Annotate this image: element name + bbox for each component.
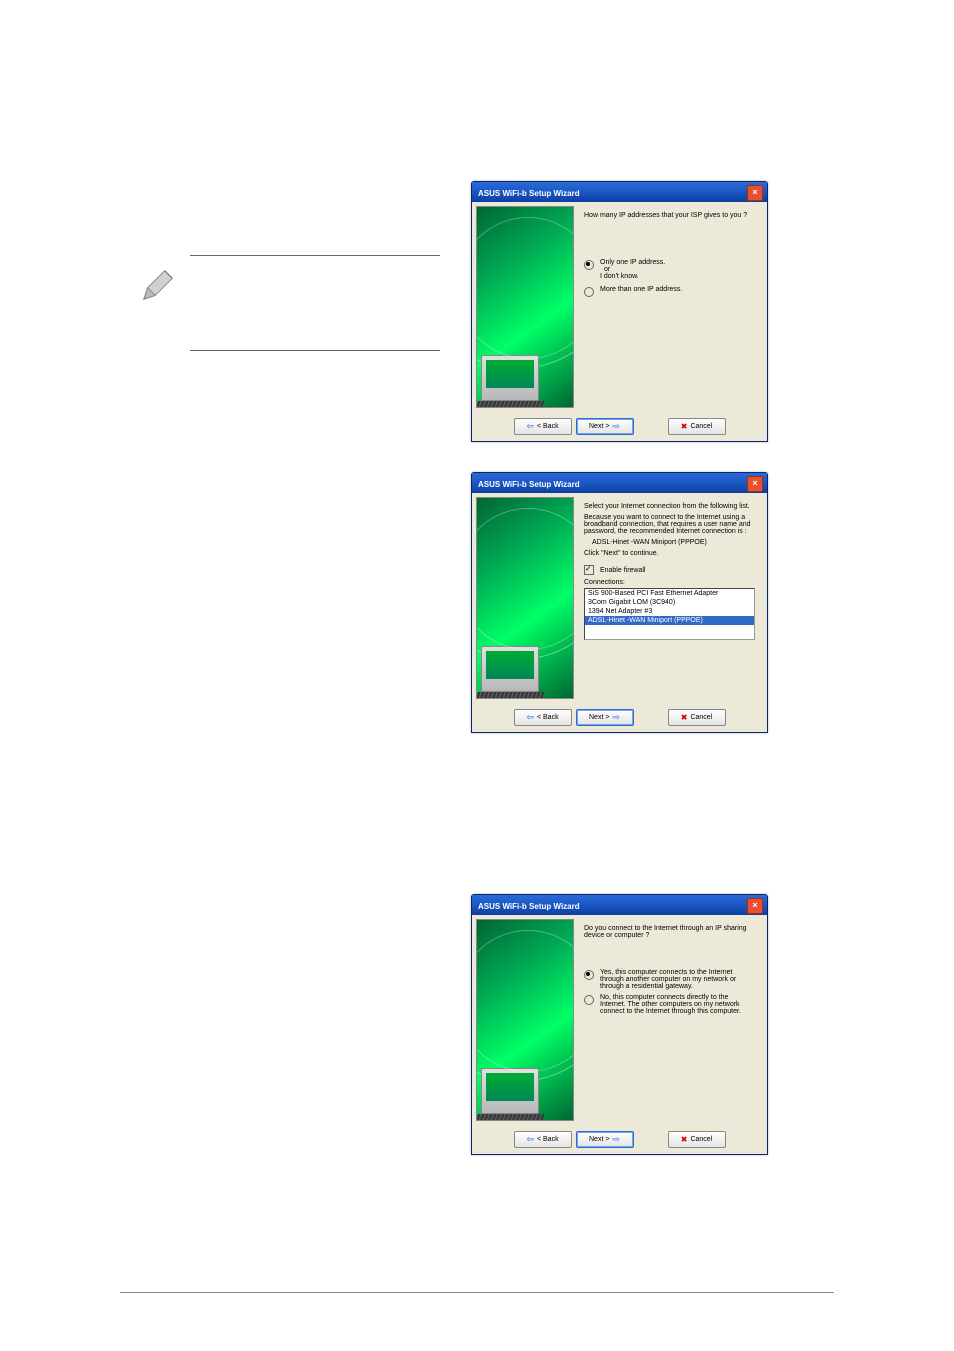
close-icon[interactable]: × [747,185,763,201]
radio-label: More than one IP address. [600,286,682,293]
list-item[interactable]: 3Com Gigabit LOM (3C940) [585,598,754,607]
arrow-left-icon [526,712,534,723]
titlebar: ASUS WiFi-b Setup Wizard × [472,473,767,493]
wizard-side-graphic [476,919,574,1121]
wizard-side-graphic [476,206,574,408]
back-button[interactable]: < Back [514,709,572,726]
next-button[interactable]: Next > [576,1131,634,1148]
wizard-content: How many IP addresses that your ISP give… [574,206,759,408]
radio-label: No, this computer connects directly to t… [600,994,755,1015]
explanation-text: Because you want to connect to the Inter… [584,514,755,535]
continue-text: Click "Next" to continue. [584,550,755,557]
instruction-text: Select your Internet connection from the… [584,503,755,510]
note-divider-bottom [190,350,440,351]
wizard-side-graphic [476,497,574,699]
window-title: ASUS WiFi-b Setup Wizard [478,189,580,198]
close-icon[interactable]: × [747,476,763,492]
titlebar: ASUS WiFi-b Setup Wizard × [472,895,767,915]
recommended-connection: ADSL-Hinet -WAN Miniport (PPPOE) [592,539,755,546]
next-button[interactable]: Next > [576,418,634,435]
radio-no-direct[interactable] [584,995,594,1005]
page-footer-divider [120,1292,834,1293]
list-item[interactable]: 1394 Net Adapter #3 [585,607,754,616]
connections-listbox[interactable]: SiS 900-Based PCI Fast Ethernet Adapter … [584,588,755,640]
wizard-content: Do you connect to the Internet through a… [574,919,759,1121]
cancel-button[interactable]: Cancel [668,709,726,726]
arrow-right-icon [612,1134,620,1145]
close-x-icon [681,1135,688,1144]
radio-yes-gateway[interactable] [584,970,594,980]
note-divider-top [190,255,440,356]
question-text: Do you connect to the Internet through a… [584,925,755,939]
wizard-dialog-ip-count: ASUS WiFi-b Setup Wizard × How many IP a… [471,181,768,442]
wizard-dialog-connection-select: ASUS WiFi-b Setup Wizard × Select your I… [471,472,768,733]
arrow-left-icon [526,1134,534,1145]
radio-label: Only one IP address. or I don't know. [600,259,665,280]
firewall-label: Enable firewall [600,567,646,574]
arrow-right-icon [612,712,620,723]
next-button[interactable]: Next > [576,709,634,726]
back-button[interactable]: < Back [514,418,572,435]
question-text: How many IP addresses that your ISP give… [584,212,755,219]
window-title: ASUS WiFi-b Setup Wizard [478,480,580,489]
note-pencil-icon [140,265,178,303]
window-title: ASUS WiFi-b Setup Wizard [478,902,580,911]
arrow-left-icon [526,421,534,432]
wizard-footer: < Back Next > Cancel [472,412,767,441]
wizard-content: Select your Internet connection from the… [574,497,759,699]
arrow-right-icon [612,421,620,432]
wizard-footer: < Back Next > Cancel [472,1125,767,1154]
cancel-button[interactable]: Cancel [668,1131,726,1148]
close-icon[interactable]: × [747,898,763,914]
close-x-icon [681,422,688,431]
cancel-button[interactable]: Cancel [668,418,726,435]
titlebar: ASUS WiFi-b Setup Wizard × [472,182,767,202]
close-x-icon [681,713,688,722]
radio-more-than-one-ip[interactable] [584,287,594,297]
list-item[interactable]: ADSL-Hinet -WAN Miniport (PPPOE) [585,616,754,625]
wizard-dialog-sharing: ASUS WiFi-b Setup Wizard × Do you connec… [471,894,768,1155]
back-button[interactable]: < Back [514,1131,572,1148]
radio-label: Yes, this computer connects to the Inter… [600,969,755,990]
connections-label: Connections: [584,579,755,586]
list-item[interactable]: SiS 900-Based PCI Fast Ethernet Adapter [585,589,754,598]
enable-firewall-checkbox[interactable] [584,565,594,575]
wizard-footer: < Back Next > Cancel [472,703,767,732]
radio-only-one-ip[interactable] [584,260,594,270]
